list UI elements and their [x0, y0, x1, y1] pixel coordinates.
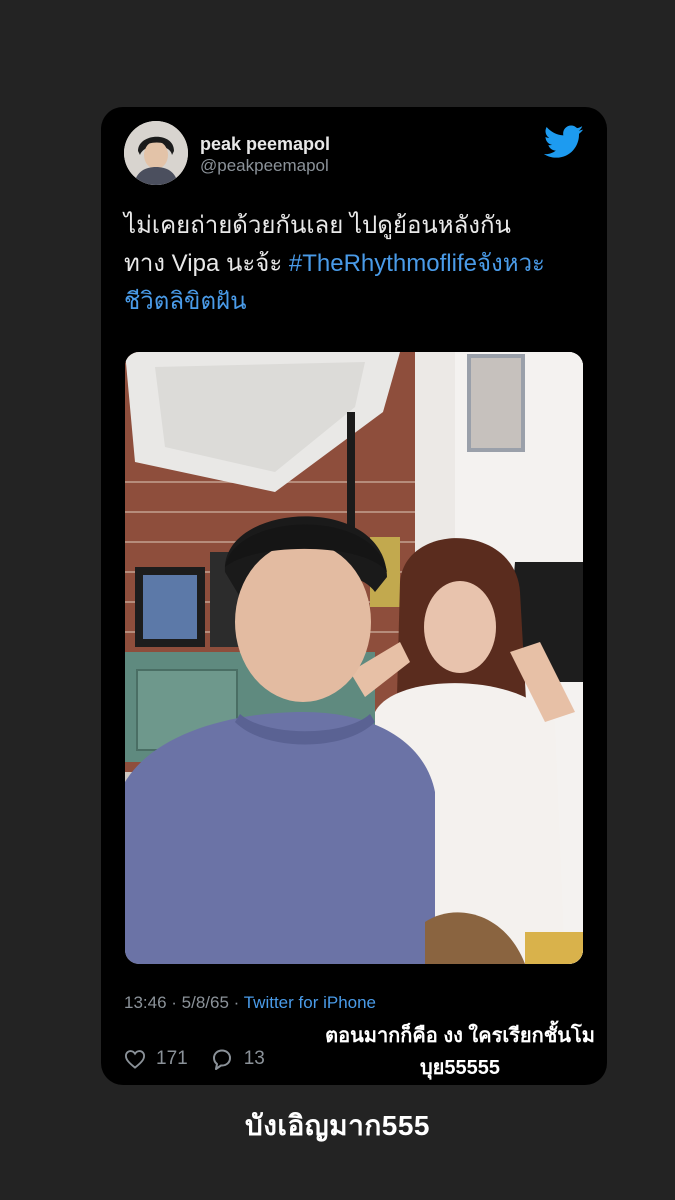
story-screen: peak peemapol @peakpeemapol ไม่เคยถ่ายด้…	[0, 0, 675, 1200]
tweet-header: peak peemapol @peakpeemapol	[124, 121, 584, 191]
story-bottom-caption: บังเอิญมาก555	[244, 1110, 431, 1141]
like-count: 171	[156, 1048, 188, 1069]
tweet-text-line2: ทาง Vipa นะจ้ะ #TheRhythmoflifeจังหวะ	[124, 245, 584, 283]
like-button[interactable]: 171	[124, 1048, 188, 1070]
story-text-overlay: ตอนมากก็คือ งง ใครเรียกชั้นโม บุย55555	[305, 1020, 615, 1084]
tweet-time: 13:46	[124, 993, 167, 1012]
display-name[interactable]: peak peemapol	[200, 133, 330, 155]
overlay-caption-line1: ตอนมากก็คือ งง ใครเรียกชั้นโม	[325, 1025, 595, 1047]
hashtag-link-continued[interactable]: ชีวิตลิขิตฝัน	[124, 283, 584, 321]
tweet-meta: 13:46 · 5/8/65 · Twitter for iPhone	[124, 993, 376, 1013]
meta-separator: ·	[166, 993, 182, 1012]
user-handle[interactable]: @peakpeemapol	[200, 155, 330, 177]
tweet-card[interactable]: peak peemapol @peakpeemapol ไม่เคยถ่ายด้…	[101, 107, 607, 1085]
tweet-actions: 171 13	[124, 1044, 287, 1074]
tweet-text: ไม่เคยถ่ายด้วยกันเลย ไปดูย้อนหลังกัน ทาง…	[124, 207, 584, 321]
hashtag-link[interactable]: #TheRhythmoflifeจังหวะ	[289, 250, 545, 277]
tweet-text-line1: ไม่เคยถ่ายด้วยกันเลย ไปดูย้อนหลังกัน	[124, 212, 511, 239]
tweet-date: 5/8/65	[181, 993, 229, 1012]
tweet-text-line2-plain: ทาง Vipa นะจ้ะ	[124, 250, 289, 277]
overlay-caption-line2: บุย55555	[419, 1057, 501, 1079]
meta-separator: ·	[228, 993, 244, 1012]
twitter-bird-icon	[543, 125, 584, 159]
reply-count: 13	[243, 1048, 265, 1069]
avatar[interactable]	[124, 121, 188, 185]
reply-bubble-icon	[212, 1049, 231, 1070]
tweet-source-link[interactable]: Twitter for iPhone	[244, 993, 376, 1012]
heart-icon	[124, 1050, 146, 1069]
tweet-photo[interactable]	[125, 352, 583, 964]
author-names: peak peemapol @peakpeemapol	[200, 133, 330, 177]
reply-button[interactable]: 13	[210, 1048, 265, 1070]
